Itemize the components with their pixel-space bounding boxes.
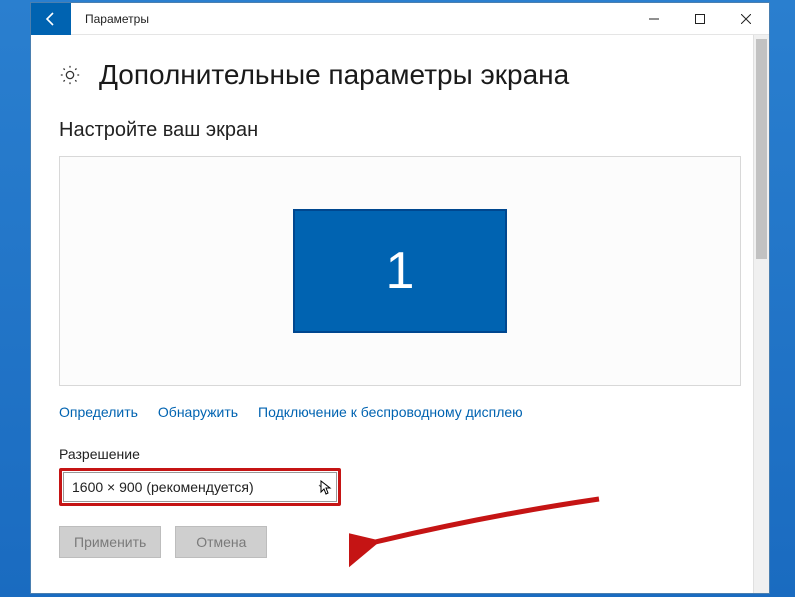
identify-link[interactable]: Определить bbox=[59, 404, 138, 420]
gear-icon bbox=[59, 64, 81, 86]
minimize-icon bbox=[649, 14, 659, 24]
cancel-button[interactable]: Отмена bbox=[175, 526, 267, 558]
close-button[interactable] bbox=[723, 3, 769, 35]
display-links: Определить Обнаружить Подключение к бесп… bbox=[59, 404, 741, 420]
monitor-number: 1 bbox=[386, 241, 415, 301]
page-title: Дополнительные параметры экрана bbox=[99, 59, 569, 91]
maximize-button[interactable] bbox=[677, 3, 723, 35]
page-heading: Дополнительные параметры экрана bbox=[59, 59, 741, 91]
display-arrangement-area[interactable]: 1 bbox=[59, 156, 741, 386]
maximize-icon bbox=[695, 14, 705, 24]
resolution-value: 1600 × 900 (рекомендуется) bbox=[72, 479, 254, 495]
content-area: Дополнительные параметры экрана Настройт… bbox=[31, 35, 769, 593]
wireless-display-link[interactable]: Подключение к беспроводному дисплею bbox=[258, 404, 523, 420]
monitor-1[interactable]: 1 bbox=[293, 209, 507, 333]
settings-window: Параметры Дополнительные параметры экран… bbox=[30, 2, 770, 594]
chevron-down-icon bbox=[318, 481, 328, 493]
apply-button[interactable]: Применить bbox=[59, 526, 161, 558]
resolution-label: Разрешение bbox=[59, 446, 741, 462]
window-title: Параметры bbox=[71, 12, 149, 26]
detect-link[interactable]: Обнаружить bbox=[158, 404, 238, 420]
back-button[interactable] bbox=[31, 3, 71, 35]
resolution-dropdown[interactable]: 1600 × 900 (рекомендуется) bbox=[63, 472, 337, 502]
arrow-left-icon bbox=[43, 11, 59, 27]
vertical-scrollbar[interactable] bbox=[753, 35, 769, 593]
action-buttons: Применить Отмена bbox=[59, 526, 741, 558]
close-icon bbox=[741, 14, 751, 24]
titlebar: Параметры bbox=[31, 3, 769, 35]
minimize-button[interactable] bbox=[631, 3, 677, 35]
section-title: Настройте ваш экран bbox=[59, 119, 741, 142]
resolution-highlight: 1600 × 900 (рекомендуется) bbox=[59, 468, 341, 506]
scrollbar-thumb[interactable] bbox=[756, 39, 767, 259]
